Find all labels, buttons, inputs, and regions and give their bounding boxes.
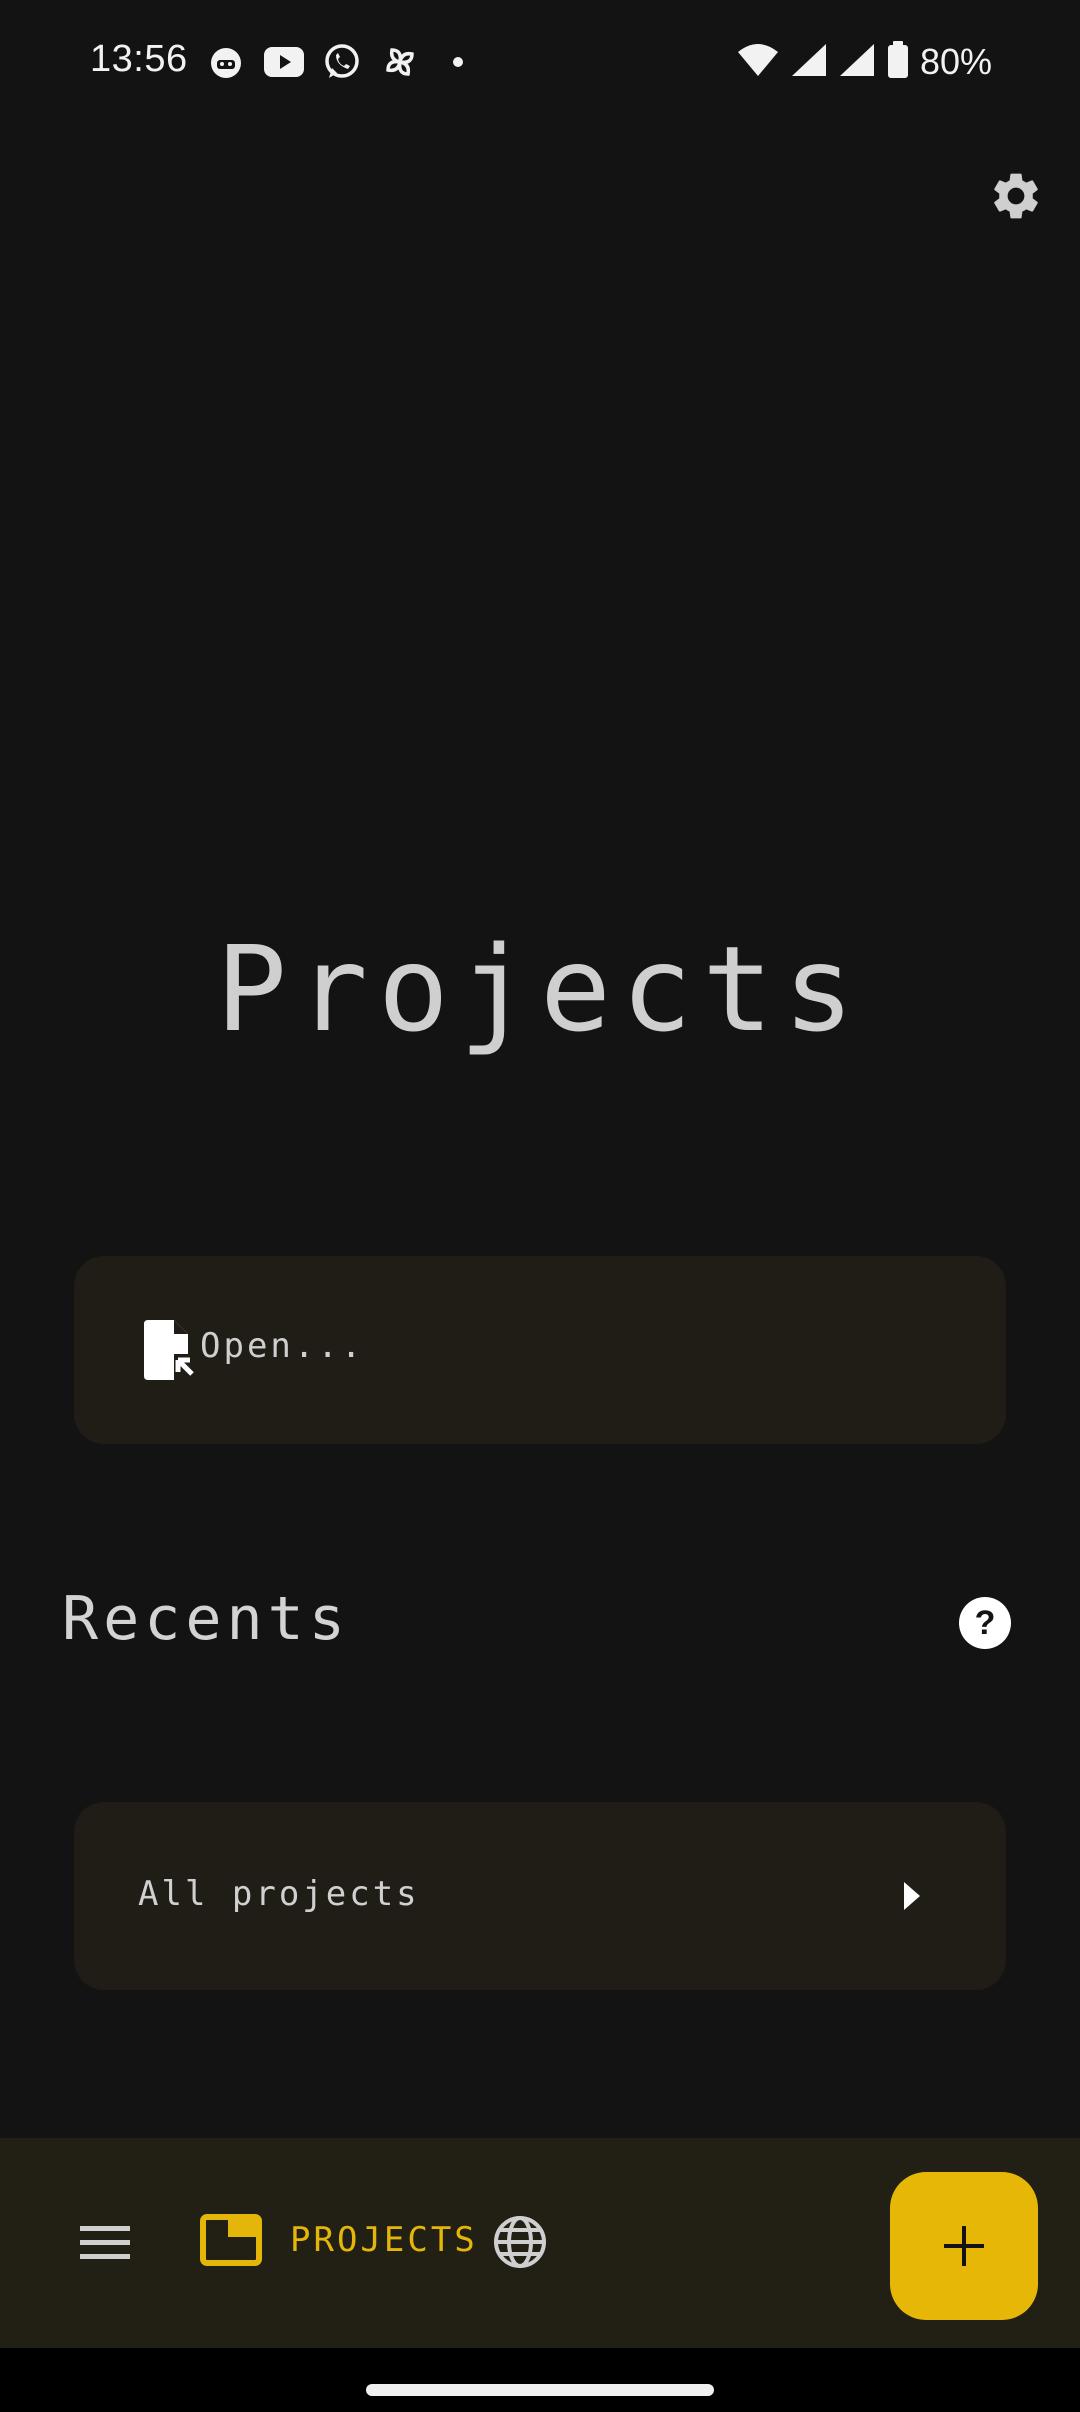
wifi-icon xyxy=(736,42,780,82)
recents-title: Recents xyxy=(62,1584,350,1654)
gear-icon xyxy=(994,173,1038,219)
settings-button[interactable] xyxy=(984,164,1048,228)
tab-projects[interactable]: PROJECTS xyxy=(200,2210,478,2270)
all-projects-button[interactable]: All projects xyxy=(74,1802,1006,1990)
help-button[interactable]: ? xyxy=(958,1596,1012,1650)
menu-button[interactable] xyxy=(76,2220,134,2266)
battery-icon xyxy=(886,41,910,83)
add-project-button[interactable] xyxy=(890,2172,1038,2320)
open-label: Open... xyxy=(200,1326,365,1366)
globe-button[interactable] xyxy=(492,2214,548,2270)
status-time: 13:56 xyxy=(90,38,188,80)
notification-icons xyxy=(204,40,480,84)
pinwheel-app-icon xyxy=(378,40,422,84)
status-bar: 13:56 80% xyxy=(0,0,1080,124)
tab-projects-label: PROJECTS xyxy=(290,2220,478,2260)
open-button[interactable]: Open... xyxy=(74,1256,1006,1444)
menu-icon xyxy=(80,2226,130,2259)
cat-app-icon xyxy=(204,40,248,84)
open-file-icon xyxy=(144,1320,194,1380)
svg-text:?: ? xyxy=(975,1604,996,1642)
all-projects-label: All projects xyxy=(138,1874,420,1914)
youtube-icon xyxy=(262,40,306,84)
whatsapp-icon xyxy=(320,40,364,84)
page-title: Projects xyxy=(215,920,865,1058)
signal-icon-2 xyxy=(838,42,876,82)
battery-percentage: 80% xyxy=(919,41,992,82)
dot-icon xyxy=(436,40,480,84)
gesture-nav-area xyxy=(0,2348,1080,2412)
home-indicator[interactable] xyxy=(366,2384,714,2396)
signal-icon xyxy=(790,42,828,82)
folder-icon xyxy=(200,2214,262,2266)
bottom-bar: PROJECTS xyxy=(0,2138,1080,2348)
system-icons: 80% xyxy=(736,40,992,84)
help-icon: ? xyxy=(959,1597,1011,1649)
plus-icon xyxy=(944,2226,984,2266)
chevron-right-icon xyxy=(904,1882,920,1910)
globe-icon xyxy=(494,2216,546,2268)
